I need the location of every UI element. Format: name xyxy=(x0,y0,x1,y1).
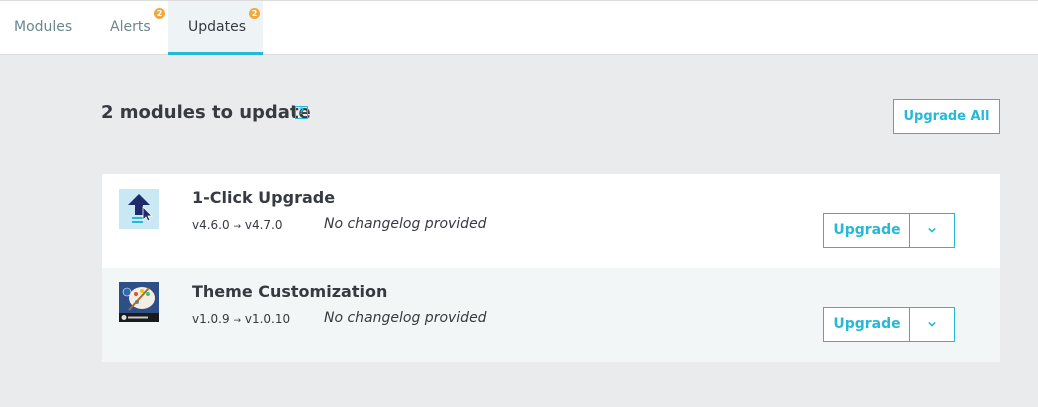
upgrade-dropdown-toggle[interactable] xyxy=(909,213,955,248)
module-update-list: 1-Click Upgrade v4.6.0 → v4.7.0 No chang… xyxy=(102,174,1000,362)
upgrade-button[interactable]: Upgrade xyxy=(823,307,911,342)
alerts-count-badge: 2 xyxy=(154,8,165,19)
palette-icon xyxy=(119,282,159,322)
tab-label: Alerts xyxy=(110,19,151,35)
version-change: v1.0.9 → v1.0.10 xyxy=(192,311,290,329)
tab-updates[interactable]: Updates 2 xyxy=(168,1,263,55)
help-icon[interactable]: ? xyxy=(295,106,308,119)
upgrade-dropdown-toggle[interactable] xyxy=(909,307,955,342)
chevron-down-icon xyxy=(928,227,936,233)
version-from: v1.0.9 xyxy=(192,312,230,326)
updates-count-badge: 2 xyxy=(249,8,260,19)
upgrade-all-button[interactable]: Upgrade All xyxy=(893,99,1000,134)
list-item: Theme Customization v1.0.9 → v1.0.10 No … xyxy=(102,268,1000,362)
upgrade-button[interactable]: Upgrade xyxy=(823,213,911,248)
upgrade-button-group: Upgrade xyxy=(823,307,955,342)
version-to: v4.7.0 xyxy=(244,218,283,232)
tab-label: Modules xyxy=(14,19,73,35)
tab-modules[interactable]: Modules xyxy=(0,1,92,55)
chevron-down-icon xyxy=(928,321,936,327)
page-title: 2 modules to update xyxy=(101,102,311,123)
upload-arrow-icon xyxy=(119,189,159,229)
arrow-right-icon: → xyxy=(233,222,242,232)
changelog-text: No changelog provided xyxy=(324,216,487,232)
list-item: 1-Click Upgrade v4.6.0 → v4.7.0 No chang… xyxy=(102,174,1000,268)
module-name: Theme Customization xyxy=(192,282,388,301)
version-change: v4.6.0 → v4.7.0 xyxy=(192,217,282,235)
module-name: 1-Click Upgrade xyxy=(192,188,336,207)
changelog-text: No changelog provided xyxy=(324,310,487,326)
upgrade-button-group: Upgrade xyxy=(823,213,955,248)
tab-alerts[interactable]: Alerts 2 xyxy=(92,1,168,55)
version-to: v1.0.10 xyxy=(244,312,291,326)
arrow-right-icon: → xyxy=(233,316,242,326)
tab-bar: Modules Alerts 2 Updates 2 xyxy=(0,0,1038,55)
version-from: v4.6.0 xyxy=(192,218,230,232)
tab-label: Updates xyxy=(188,19,246,35)
